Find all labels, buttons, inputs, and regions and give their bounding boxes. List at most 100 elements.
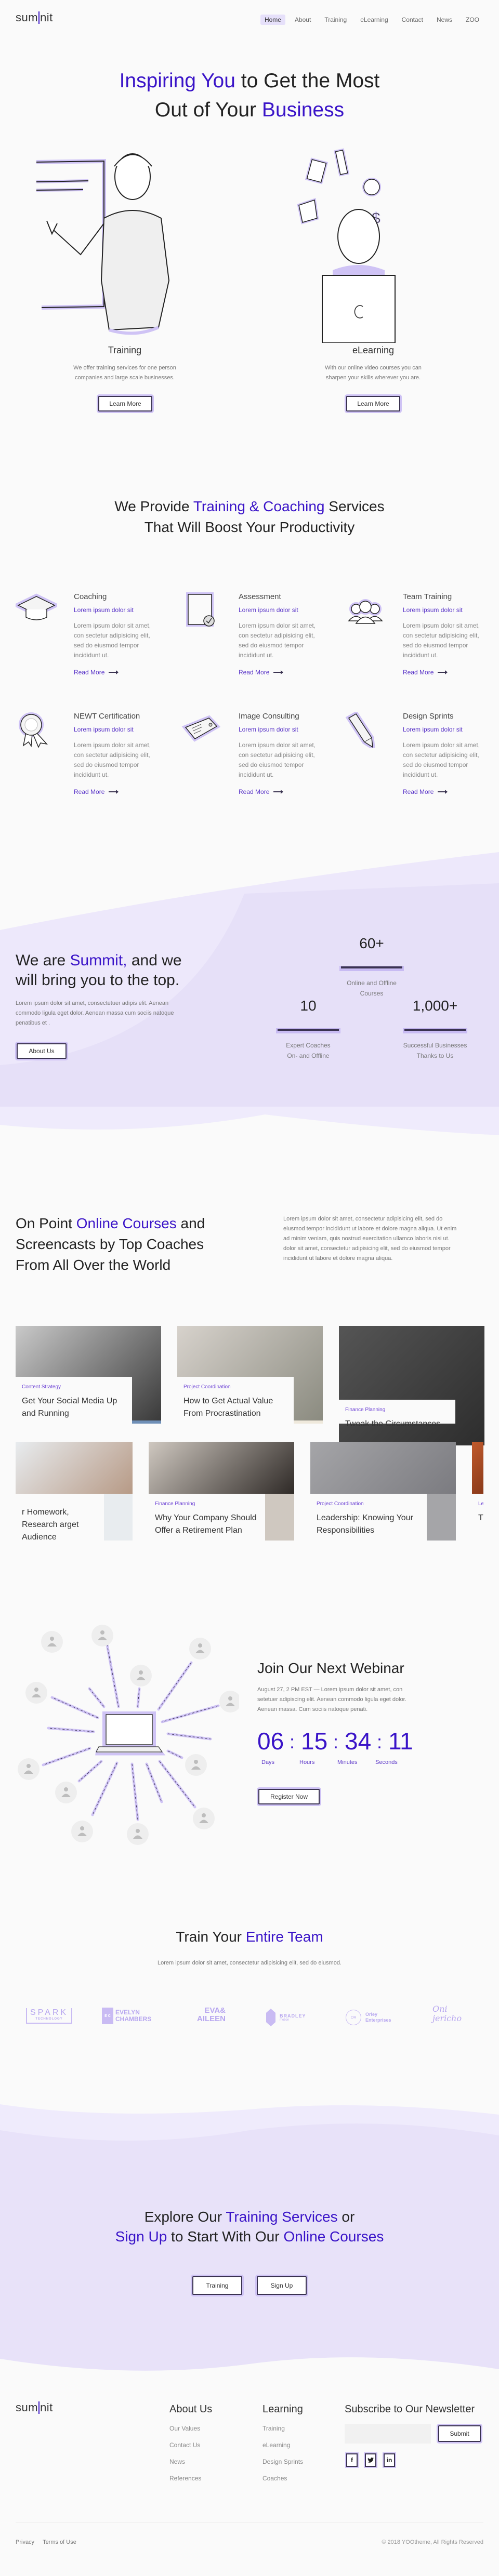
course-category: Project Coordination (183, 1384, 231, 1390)
attendee-avatar-icon (25, 1682, 47, 1704)
site-logo[interactable]: sum nit (16, 11, 53, 24)
course-card[interactable]: LeTh Te (472, 1442, 483, 1541)
stat-coaches: 10 Expert Coaches On- and Offline (274, 998, 342, 1061)
privacy-link[interactable]: Privacy (16, 2539, 34, 2545)
footer-link-coaches[interactable]: Coaches (262, 2475, 303, 2482)
webinar-network-illustration (18, 1625, 239, 1845)
facebook-icon[interactable]: f (346, 2453, 358, 2467)
hero-title: Inspiring You to Get the Most Out of You… (119, 70, 380, 121)
logo-orley: OR Orley Enterprises (346, 2010, 392, 2025)
attendee-avatar-icon (189, 1638, 211, 1659)
read-more-link[interactable]: Read More (74, 788, 162, 795)
countdown-seconds: 11 (388, 1728, 413, 1755)
about-us-button[interactable]: About Us (17, 1043, 67, 1059)
footer-bottom-links: Privacy Terms of Use (16, 2539, 76, 2545)
service-text: Lorem ipsum dolor sit amet, con sectetur… (239, 741, 316, 778)
terms-link[interactable]: Terms of Use (43, 2539, 76, 2545)
tag-icon (181, 715, 221, 742)
elearning-learn-more-button[interactable]: Learn More (346, 396, 400, 411)
course-card[interactable]: Finance Planning Why Your Company Should … (149, 1442, 294, 1541)
course-title: How to Get Actual Value From Procrastina… (183, 1397, 273, 1418)
course-category: Project Coordination (317, 1501, 364, 1507)
attendee-avatar-icon (71, 1821, 93, 1842)
logo-eva-aileen: EVA& AILEEN (196, 2006, 226, 2023)
hero-col-training: Training We offer training services for … (73, 345, 176, 381)
course-card[interactable]: Project Coordination Leadership: Knowing … (310, 1442, 456, 1541)
cta-sign-up-button[interactable]: Sign Up (257, 2276, 307, 2295)
read-more-link[interactable]: Read More (74, 669, 162, 676)
linkedin-icon[interactable]: in (384, 2453, 395, 2467)
service-subtitle: Lorem ipsum dolor sit (74, 726, 134, 733)
footer-link-elearning[interactable]: eLearning (262, 2441, 303, 2449)
nav-zoo[interactable]: ZOO (462, 15, 483, 25)
course-card[interactable]: Finance Planning Tweak the Circumstances (339, 1326, 484, 1445)
award-ribbon-icon (19, 712, 48, 748)
arrow-right-icon (273, 790, 284, 794)
service-subtitle: Lorem ipsum dolor sit (239, 606, 298, 614)
register-now-button[interactable]: Register Now (258, 1789, 320, 1804)
footer-link-our-values[interactable]: Our Values (169, 2425, 212, 2432)
course-title: Why Your Company Should Offer a Retireme… (155, 1513, 257, 1535)
arrow-right-icon (273, 670, 284, 674)
nav-news[interactable]: News (432, 15, 456, 25)
main-nav: Home About Training eLearning Contact Ne… (255, 15, 483, 25)
nav-training[interactable]: Training (320, 15, 351, 25)
service-subtitle: Lorem ipsum dolor sit (403, 726, 463, 733)
cta-title: Explore Our Training Services or Sign Up… (115, 2209, 384, 2245)
course-card[interactable]: r Homework, Research arget Audience (16, 1442, 133, 1541)
courses-text: Lorem ipsum dolor sit amet, consectetur … (283, 1216, 457, 1262)
service-title: Team Training (403, 592, 452, 601)
arrow-right-icon (438, 790, 448, 794)
webinar-block: Join Our Next Webinar August 27, 2 PM ES… (257, 1660, 424, 1765)
newsletter-email-input[interactable] (345, 2424, 431, 2444)
training-learn-more-button[interactable]: Learn More (98, 396, 152, 411)
twitter-icon[interactable] (365, 2453, 376, 2467)
nav-contact[interactable]: Contact (398, 15, 427, 25)
laptop-learner-illustration: $ (297, 148, 396, 343)
service-subtitle: Lorem ipsum dolor sit (403, 606, 463, 614)
read-more-link[interactable]: Read More (403, 788, 491, 795)
service-text: Lorem ipsum dolor sit amet, con sectetur… (403, 622, 480, 659)
footer-link-news[interactable]: News (169, 2458, 212, 2465)
read-more-link[interactable]: Read More (239, 669, 327, 676)
logo-oni-jericho: Oni jericho (432, 2004, 462, 2023)
course-image (149, 1442, 294, 1494)
graduation-cap-icon (16, 593, 57, 620)
nav-about[interactable]: About (291, 15, 315, 25)
service-subtitle: Lorem ipsum dolor sit (239, 726, 298, 733)
attendee-avatar-icon (185, 1754, 207, 1776)
read-more-link[interactable]: Read More (403, 669, 491, 676)
team-title: Train Your Entire Team (176, 1929, 323, 1945)
footer-link-design-sprints[interactable]: Design Sprints (262, 2458, 303, 2465)
service-title: NEWT Certification (74, 712, 140, 721)
attendee-avatar-icon (41, 1631, 63, 1653)
attendee-avatar-icon (91, 1625, 113, 1646)
about-title: We are Summit, and we will bring you to … (16, 952, 182, 989)
course-title: Tweak the Circumstances (345, 1419, 441, 1428)
cta-training-button[interactable]: Training (192, 2276, 242, 2295)
nav-elearning[interactable]: eLearning (356, 15, 392, 25)
course-image (16, 1442, 133, 1494)
course-card[interactable]: Content Strategy Get Your Social Media Up… (16, 1326, 161, 1424)
attendee-avatar-icon (193, 1808, 215, 1829)
footer-link-training[interactable]: Training (262, 2425, 303, 2432)
footer-logo[interactable]: sum nit (16, 2401, 53, 2414)
footer-link-contact-us[interactable]: Contact Us (169, 2441, 212, 2449)
stat-businesses: 1,000+ Successful Businesses Thanks to Us (403, 998, 467, 1059)
about-block: We are Summit, and we will bring you to … (16, 951, 192, 1028)
nav-home[interactable]: Home (260, 15, 285, 25)
services-title: We Provide Training & Coaching Services … (114, 498, 385, 535)
read-more-link[interactable]: Read More (239, 788, 327, 795)
course-card[interactable]: Project Coordination How to Get Actual Va… (177, 1326, 323, 1424)
logo-evelyn-chambers: E C EVELYN CHAMBERS (102, 2008, 152, 2024)
footer-link-references[interactable]: References (169, 2475, 212, 2482)
arrow-right-icon (109, 670, 119, 674)
attendee-avatar-icon (219, 1691, 239, 1712)
webinar-title: Join Our Next Webinar (257, 1660, 404, 1676)
course-title: Get Your Social Media Up and Running (22, 1397, 117, 1418)
stat-courses: 60+ Online and Offline Courses (338, 935, 405, 999)
about-wave-edge (0, 1107, 499, 1143)
course-image (472, 1442, 483, 1494)
course-category: Finance Planning (155, 1501, 195, 1507)
newsletter-submit-button[interactable]: Submit (438, 2425, 481, 2442)
